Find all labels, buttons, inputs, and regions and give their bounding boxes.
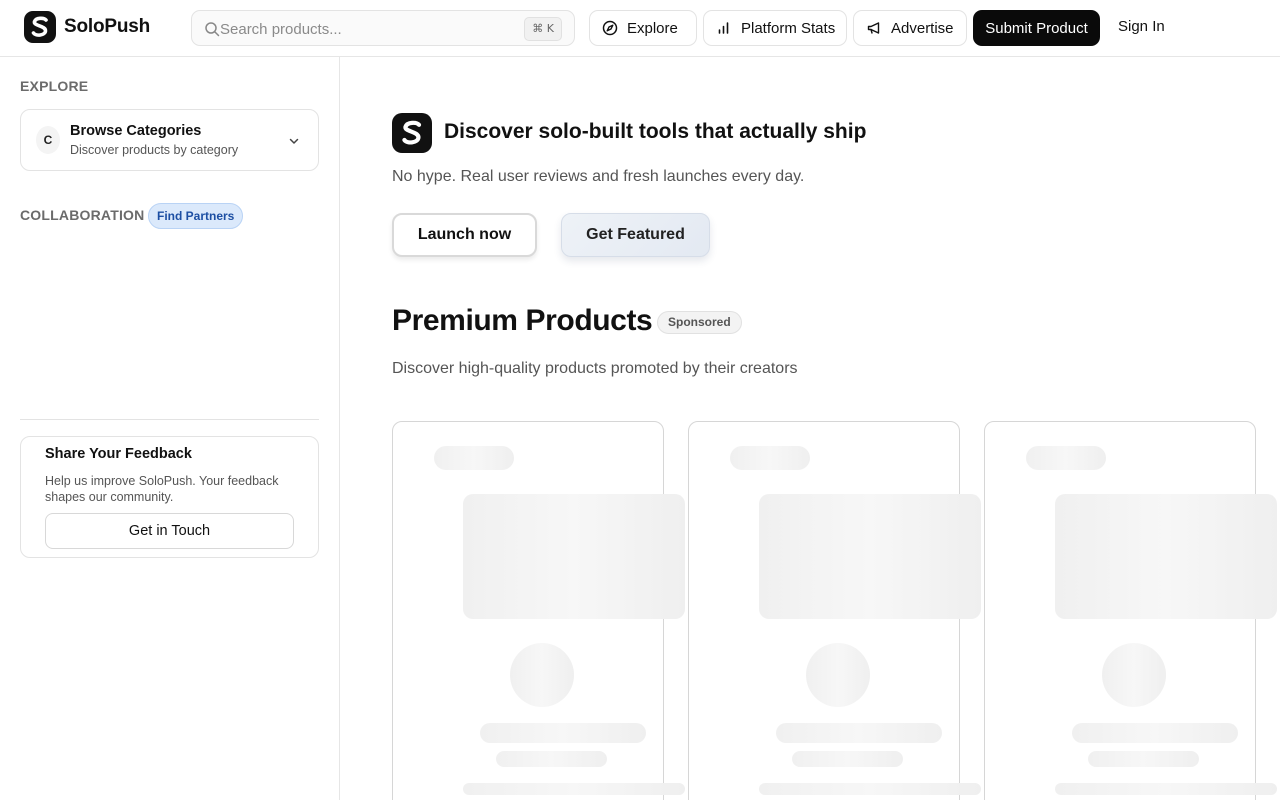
- category-avatar: C: [36, 126, 60, 154]
- search-shortcut-badge: ⌘ K: [524, 17, 562, 41]
- skeleton-line: [480, 723, 646, 743]
- product-card-skeleton[interactable]: [392, 421, 685, 800]
- skeleton-pill: [1026, 446, 1106, 470]
- logo-s-icon: [31, 16, 48, 37]
- feedback-text: Help us improve SoloPush. Your feedback …: [45, 474, 279, 504]
- skeleton-line: [776, 723, 942, 743]
- skeleton-pill: [434, 446, 514, 470]
- compass-icon: [602, 20, 618, 36]
- submit-product-button[interactable]: Submit Product: [973, 10, 1100, 46]
- explore-button[interactable]: Explore: [589, 10, 697, 46]
- hero-logo-icon: [392, 113, 432, 153]
- get-in-touch-button[interactable]: Get in Touch: [45, 513, 294, 549]
- sponsored-badge: Sponsored: [657, 311, 742, 334]
- advertise-label: Advertise: [891, 19, 954, 37]
- top-header: SoloPush ⌘ K Explore Platform Stats Adve…: [0, 0, 1280, 57]
- chevron-down-icon: [289, 138, 299, 144]
- premium-products-subtitle: Discover high-quality products promoted …: [392, 360, 798, 377]
- search-icon: [205, 22, 220, 37]
- hero-subtitle: No hype. Real user reviews and fresh lau…: [392, 168, 805, 185]
- launch-now-button[interactable]: Launch now: [392, 213, 537, 257]
- skeleton-avatar: [510, 643, 574, 707]
- skeleton-avatar: [806, 643, 870, 707]
- skeleton-line: [1055, 783, 1277, 795]
- skeleton-image: [759, 494, 981, 619]
- bar-chart-icon: [718, 22, 729, 34]
- browse-categories-subtitle: Discover products by category: [70, 143, 239, 157]
- explore-section-label: EXPLORE: [20, 78, 89, 94]
- skeleton-image: [463, 494, 685, 619]
- advertise-button[interactable]: Advertise: [853, 10, 967, 46]
- product-card-skeleton[interactable]: [984, 421, 1277, 800]
- browse-categories-title: Browse Categories: [70, 123, 202, 139]
- feedback-title: Share Your Feedback: [45, 446, 192, 462]
- skeleton-line: [463, 783, 685, 795]
- platform-stats-button[interactable]: Platform Stats: [703, 10, 847, 46]
- get-featured-button[interactable]: Get Featured: [561, 213, 710, 257]
- skeleton-image: [1055, 494, 1277, 619]
- explore-label: Explore: [627, 19, 678, 37]
- skeleton-line: [792, 751, 903, 767]
- solopush-logo-icon[interactable]: [24, 11, 56, 43]
- logo-s-icon: [402, 120, 422, 145]
- sidebar: EXPLORE C Browse Categories Discover pro…: [0, 57, 340, 800]
- browse-categories-dropdown[interactable]: C Browse Categories Discover products by…: [20, 109, 319, 171]
- hero-title: Discover solo-built tools that actually …: [444, 120, 867, 143]
- skeleton-pill: [730, 446, 810, 470]
- product-card-skeleton[interactable]: [688, 421, 981, 800]
- sign-in-link[interactable]: Sign In: [1118, 18, 1165, 35]
- platform-stats-label: Platform Stats: [741, 19, 836, 37]
- feedback-card: Share Your Feedback Help us improve Solo…: [20, 436, 319, 558]
- find-partners-badge[interactable]: Find Partners: [148, 203, 244, 229]
- skeleton-line: [1072, 723, 1238, 743]
- skeleton-line: [496, 751, 607, 767]
- brand-name[interactable]: SoloPush: [64, 16, 150, 38]
- premium-products-heading: Premium Products: [392, 304, 653, 337]
- skeleton-avatar: [1102, 643, 1166, 707]
- sidebar-divider: [20, 419, 319, 420]
- megaphone-icon: [867, 22, 880, 34]
- collaboration-section-label: COLLABORATION: [20, 207, 145, 223]
- skeleton-line: [759, 783, 981, 795]
- skeleton-line: [1088, 751, 1199, 767]
- search-box[interactable]: ⌘ K: [191, 10, 575, 46]
- search-input[interactable]: [220, 18, 520, 40]
